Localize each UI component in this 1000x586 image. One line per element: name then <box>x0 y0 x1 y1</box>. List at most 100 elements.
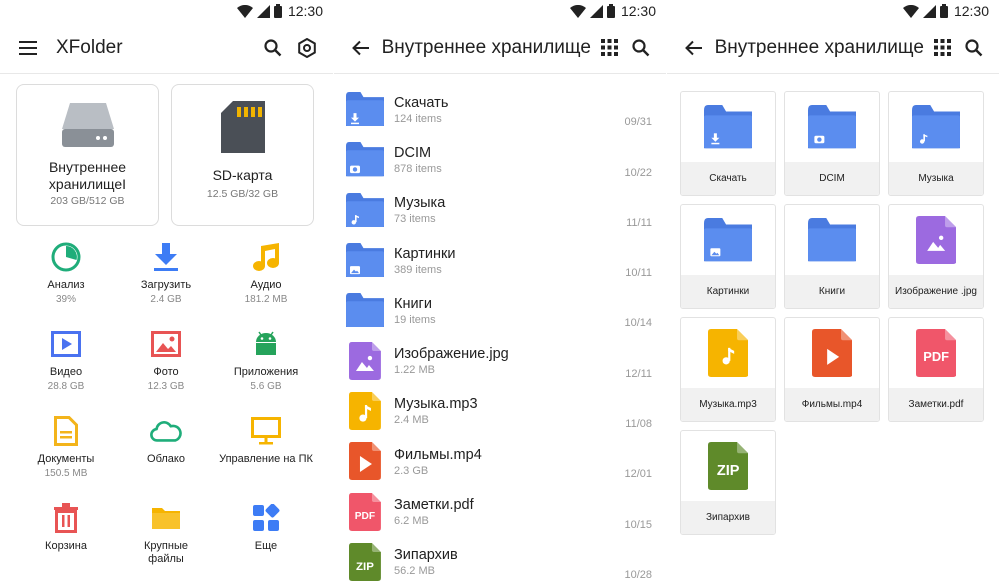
category-label: Крупные файлы <box>144 540 188 565</box>
grid-item-label: Фильмы.mp4 <box>785 388 879 421</box>
signal-icon <box>922 4 936 18</box>
grid-item[interactable]: Книги <box>784 204 880 309</box>
category-size: 39% <box>55 294 76 305</box>
storage-name: SD-карта <box>212 167 273 183</box>
document-icon <box>54 416 78 446</box>
file-meta: 2.3 GB <box>394 464 429 477</box>
folder-image-icon <box>704 218 752 262</box>
category-photo[interactable]: Фото 12.3 GB <box>116 325 216 412</box>
category-pc-manage[interactable]: Управление на ПК <box>216 412 316 499</box>
grid-item-label: Музыка.mp3 <box>681 388 775 421</box>
hdd-icon <box>61 103 114 147</box>
search-icon[interactable] <box>259 34 287 62</box>
list-item[interactable]: Скачать 124 items 09/31 <box>334 84 666 134</box>
folder-download-icon <box>704 105 752 149</box>
home-screen: 12:30 XFolder Внутреннее хранилищеI 203 … <box>0 0 333 586</box>
category-video[interactable]: Видео 28.8 GB <box>16 325 116 412</box>
storage-size: 203 GB/512 GB <box>50 195 125 207</box>
wifi-icon <box>236 4 253 18</box>
category-download[interactable]: Загрузить 2.4 GB <box>116 238 216 325</box>
list-item[interactable]: Фильмы.mp4 2.3 GB 12/01 <box>334 436 666 486</box>
folder-download-icon <box>346 90 384 128</box>
video-icon <box>51 331 81 357</box>
menu-icon[interactable] <box>14 34 42 62</box>
pdf-file-icon: PDF <box>915 329 957 377</box>
grid-item[interactable]: Скачать <box>680 91 776 196</box>
list-item[interactable]: Картинки 389 items 10/11 <box>334 235 666 285</box>
music-file-icon <box>707 329 749 377</box>
file-meta: 124 items <box>394 112 442 125</box>
grid-view-icon[interactable] <box>597 34 623 62</box>
list-item[interactable]: Музыка.mp3 2.4 MB 11/08 <box>334 386 666 436</box>
grid-item-label: Заметки.pdf <box>889 388 983 421</box>
file-meta: 389 items <box>394 263 442 276</box>
grid-item-label: Музыка <box>889 162 983 195</box>
file-meta: 878 items <box>394 162 442 175</box>
battery-icon <box>939 4 948 18</box>
settings-icon[interactable] <box>293 34 321 62</box>
grid-item[interactable]: Изображение .jpg <box>888 204 984 309</box>
file-name: Зипархив <box>394 547 458 564</box>
file-date: 10/15 <box>624 518 652 531</box>
list-item[interactable]: Книги 19 items 10/14 <box>334 285 666 335</box>
grid-item-label: Изображение .jpg <box>889 275 983 308</box>
status-time: 12:30 <box>620 3 656 19</box>
category-size: 5.6 GB <box>250 381 282 392</box>
image-file-icon <box>346 341 384 380</box>
back-arrow-icon[interactable] <box>681 34 707 62</box>
category-analysis[interactable]: Анализ 39% <box>16 238 116 325</box>
grid-item[interactable]: Фильмы.mp4 <box>784 317 880 422</box>
category-apps[interactable]: Приложения 5.6 GB <box>216 325 316 412</box>
category-cloud[interactable]: Облако <box>116 412 216 499</box>
search-icon[interactable] <box>961 34 987 62</box>
category-large-files[interactable]: Крупные файлы <box>116 499 216 586</box>
app-title: XFolder <box>56 36 123 58</box>
back-arrow-icon[interactable] <box>348 34 374 62</box>
grid-item[interactable]: Музыка <box>888 91 984 196</box>
category-label: Управление на ПК <box>219 453 313 465</box>
list-item[interactable]: Изображение.jpg 1.22 MB 12/11 <box>334 335 666 385</box>
category-audio[interactable]: Аудио 181.2 MB <box>216 238 316 325</box>
file-list: Скачать 124 items 09/31 DCIM 878 items 1… <box>334 74 666 586</box>
list-item[interactable]: ZIP Зипархив 56.2 MB 10/28 <box>334 537 666 586</box>
trash-icon <box>54 503 78 533</box>
search-icon[interactable] <box>628 34 654 62</box>
grid-view-icon[interactable] <box>930 34 956 62</box>
svg-text:PDF: PDF <box>923 349 949 364</box>
category-size: 12.3 GB <box>147 381 185 392</box>
grid-item[interactable]: PDF Заметки.pdf <box>888 317 984 422</box>
grid-item[interactable]: Картинки <box>680 204 776 309</box>
more-icon <box>253 504 280 531</box>
status-bar: 12:30 <box>667 0 999 22</box>
category-label: Загрузить <box>140 279 192 291</box>
video-file-icon <box>346 442 384 481</box>
category-trash[interactable]: Корзина <box>16 499 116 586</box>
list-item[interactable]: DCIM 878 items 10/22 <box>334 134 666 184</box>
cloud-icon <box>150 421 182 442</box>
grid-item[interactable]: DCIM <box>784 91 880 196</box>
category-size: 2.4 GB <box>150 294 182 305</box>
status-time: 12:30 <box>287 3 323 19</box>
file-name: Изображение.jpg <box>394 346 509 363</box>
signal-icon <box>256 4 270 18</box>
video-file-icon <box>811 329 853 377</box>
category-label: Корзина <box>45 540 87 552</box>
monitor-icon <box>251 417 281 445</box>
grid-item[interactable]: Музыка.mp3 <box>680 317 776 422</box>
app-bar: Внутреннее хранилище <box>667 22 999 74</box>
file-meta: 2.4 MB <box>394 414 429 427</box>
file-name: Заметки.pdf <box>394 497 474 514</box>
category-documents[interactable]: Документы 150.5 MB <box>16 412 116 499</box>
grid-item-label: Скачать <box>681 162 775 195</box>
file-name: Картинки <box>394 245 456 262</box>
storage-card-internal[interactable]: Внутреннее хранилищеI 203 GB/512 GB <box>16 84 159 226</box>
grid-item-label: Книги <box>785 275 879 308</box>
grid-item[interactable]: ZIP Зипархив <box>680 430 776 535</box>
status-bar: 12:30 <box>334 0 666 22</box>
list-item[interactable]: PDF Заметки.pdf 6.2 MB 10/15 <box>334 486 666 536</box>
app-bar: Внутреннее хранилище <box>334 22 666 74</box>
category-more[interactable]: Еще <box>216 499 316 586</box>
list-item[interactable]: Музыка 73 items 11/11 <box>334 185 666 235</box>
svg-text:ZIP: ZIP <box>717 463 740 479</box>
storage-card-sd[interactable]: SD-карта 12.5 GB/32 GB <box>171 84 314 226</box>
